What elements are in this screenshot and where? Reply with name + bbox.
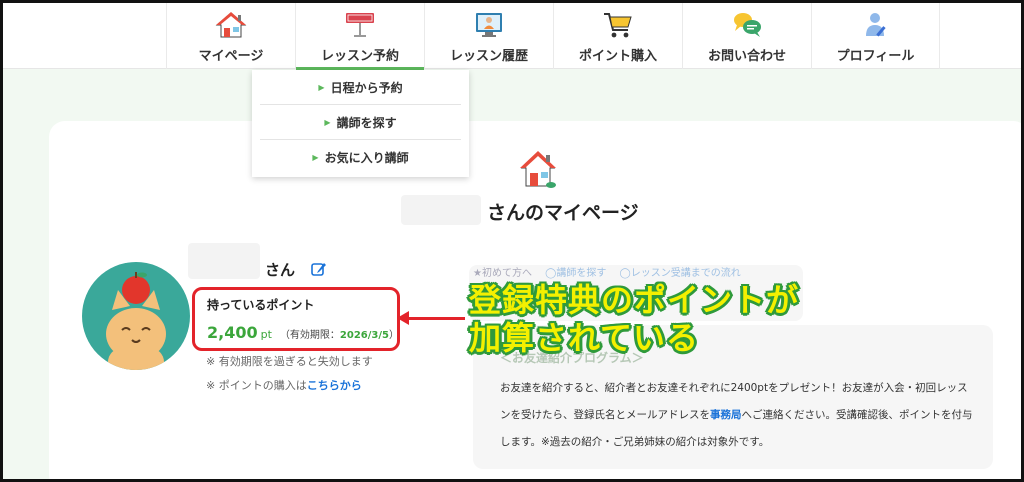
- annotation-callout: 登録特典のポイントが 加算されている: [469, 281, 799, 357]
- nav-label: レッスン履歴: [449, 49, 528, 64]
- purchase-note-text: ※ ポイントの購入は: [206, 379, 307, 392]
- redacted-username: [401, 195, 481, 225]
- dropdown-item-label: お気に入り講師: [324, 151, 409, 165]
- nav-item-contact[interactable]: お問い合わせ: [682, 3, 811, 69]
- expiry-date: 2026/3/5: [339, 330, 389, 341]
- nav-items: マイページ レッスン予約 レッスン履歴 ポイント購入 お問い合わせ プロフィール: [166, 3, 940, 70]
- reserved-sign-icon: [346, 13, 374, 37]
- screenshot-frame: マイページ レッスン予約 レッスン履歴 ポイント購入 お問い合わせ プロフィール…: [0, 0, 1024, 482]
- nav-label: お問い合わせ: [707, 49, 786, 64]
- nav-item-lesson-reservation[interactable]: レッスン予約: [295, 3, 424, 70]
- house-icon: [520, 151, 556, 188]
- points-expiry: （有効期限：2026/3/5）: [280, 326, 399, 341]
- teacher-monitor-icon: [476, 13, 502, 37]
- edit-icon[interactable]: [311, 261, 327, 277]
- nav-label: マイページ: [198, 49, 264, 64]
- help-link-find-teacher[interactable]: ◯講師を探す: [545, 268, 606, 279]
- points-row: 2,400 pt （有効期限：2026/3/5）: [207, 323, 399, 342]
- chat-bubbles-icon: [734, 13, 761, 37]
- user-profile-icon: [865, 13, 886, 37]
- lesson-reservation-dropdown: ▶ 日程から予約 ▶ 講師を探す ▶ お気に入り講師: [252, 70, 469, 177]
- nav-label: ポイント購入: [578, 49, 657, 64]
- friend-program-text: お友達を紹介すると、紹介者とお友達それぞれに2400ptをプレゼント！お友達が入…: [500, 375, 978, 456]
- nav-label: プロフィール: [836, 49, 915, 64]
- triangle-right-icon: ▶: [318, 82, 325, 92]
- nav-item-profile[interactable]: プロフィール: [811, 3, 940, 69]
- help-first-time: ★初めて方へ: [473, 268, 532, 279]
- triangle-right-icon: ▶: [324, 117, 331, 127]
- dropdown-item-find-teacher[interactable]: ▶ 講師を探す: [260, 105, 461, 140]
- callout-line1: 登録特典のポイントが: [469, 281, 800, 319]
- house-icon: [215, 12, 247, 38]
- expiry-prefix: （有効期限：: [279, 330, 340, 341]
- dropdown-item-label: 講師を探す: [336, 115, 397, 130]
- help-links: ★初めて方へ ◯講師を探す ◯レッスン受講までの流れ: [473, 264, 751, 279]
- dropdown-item-schedule[interactable]: ▶ 日程から予約: [260, 70, 461, 105]
- user-name-suffix: さん: [265, 261, 296, 279]
- redacted-user-name: [188, 243, 260, 279]
- annotation-arrow: [401, 317, 465, 320]
- nav-label: レッスン予約: [320, 49, 399, 64]
- avatar: [82, 262, 190, 370]
- expiry-suffix: ）: [388, 330, 399, 341]
- expiry-note: ※ 有効期限を過ぎると失効します: [206, 355, 373, 368]
- points-unit: pt: [260, 328, 272, 341]
- purchase-link[interactable]: こちらから: [307, 379, 362, 392]
- points-box: 持っているポイント 2,400 pt （有効期限：2026/3/5）: [192, 287, 400, 351]
- points-value: 2,400: [207, 323, 258, 342]
- office-link[interactable]: 事務局: [710, 409, 742, 421]
- purchase-note: ※ ポイントの購入はこちらから: [206, 377, 362, 393]
- triangle-right-icon: ▶: [312, 153, 319, 162]
- nav-item-buy-points[interactable]: ポイント購入: [553, 3, 682, 69]
- page-title: さんのマイページ: [487, 202, 639, 224]
- points-heading: 持っているポイント: [207, 298, 315, 312]
- cat-with-apple-icon: [106, 272, 166, 370]
- annotation-arrow-head: [397, 311, 409, 325]
- help-link-lesson-flow[interactable]: ◯レッスン受講までの流れ: [620, 268, 741, 279]
- callout-line2: 加算されている: [469, 319, 700, 357]
- nav-item-mypage[interactable]: マイページ: [166, 3, 295, 69]
- dropdown-item-favorite-teachers[interactable]: ▶ お気に入り講師: [260, 140, 461, 175]
- nav-item-lesson-history[interactable]: レッスン履歴: [424, 3, 553, 69]
- top-nav: マイページ レッスン予約 レッスン履歴 ポイント購入 お問い合わせ プロフィール: [3, 3, 1021, 70]
- shopping-cart-icon: [604, 13, 632, 38]
- dropdown-item-label: 日程から予約: [330, 80, 403, 95]
